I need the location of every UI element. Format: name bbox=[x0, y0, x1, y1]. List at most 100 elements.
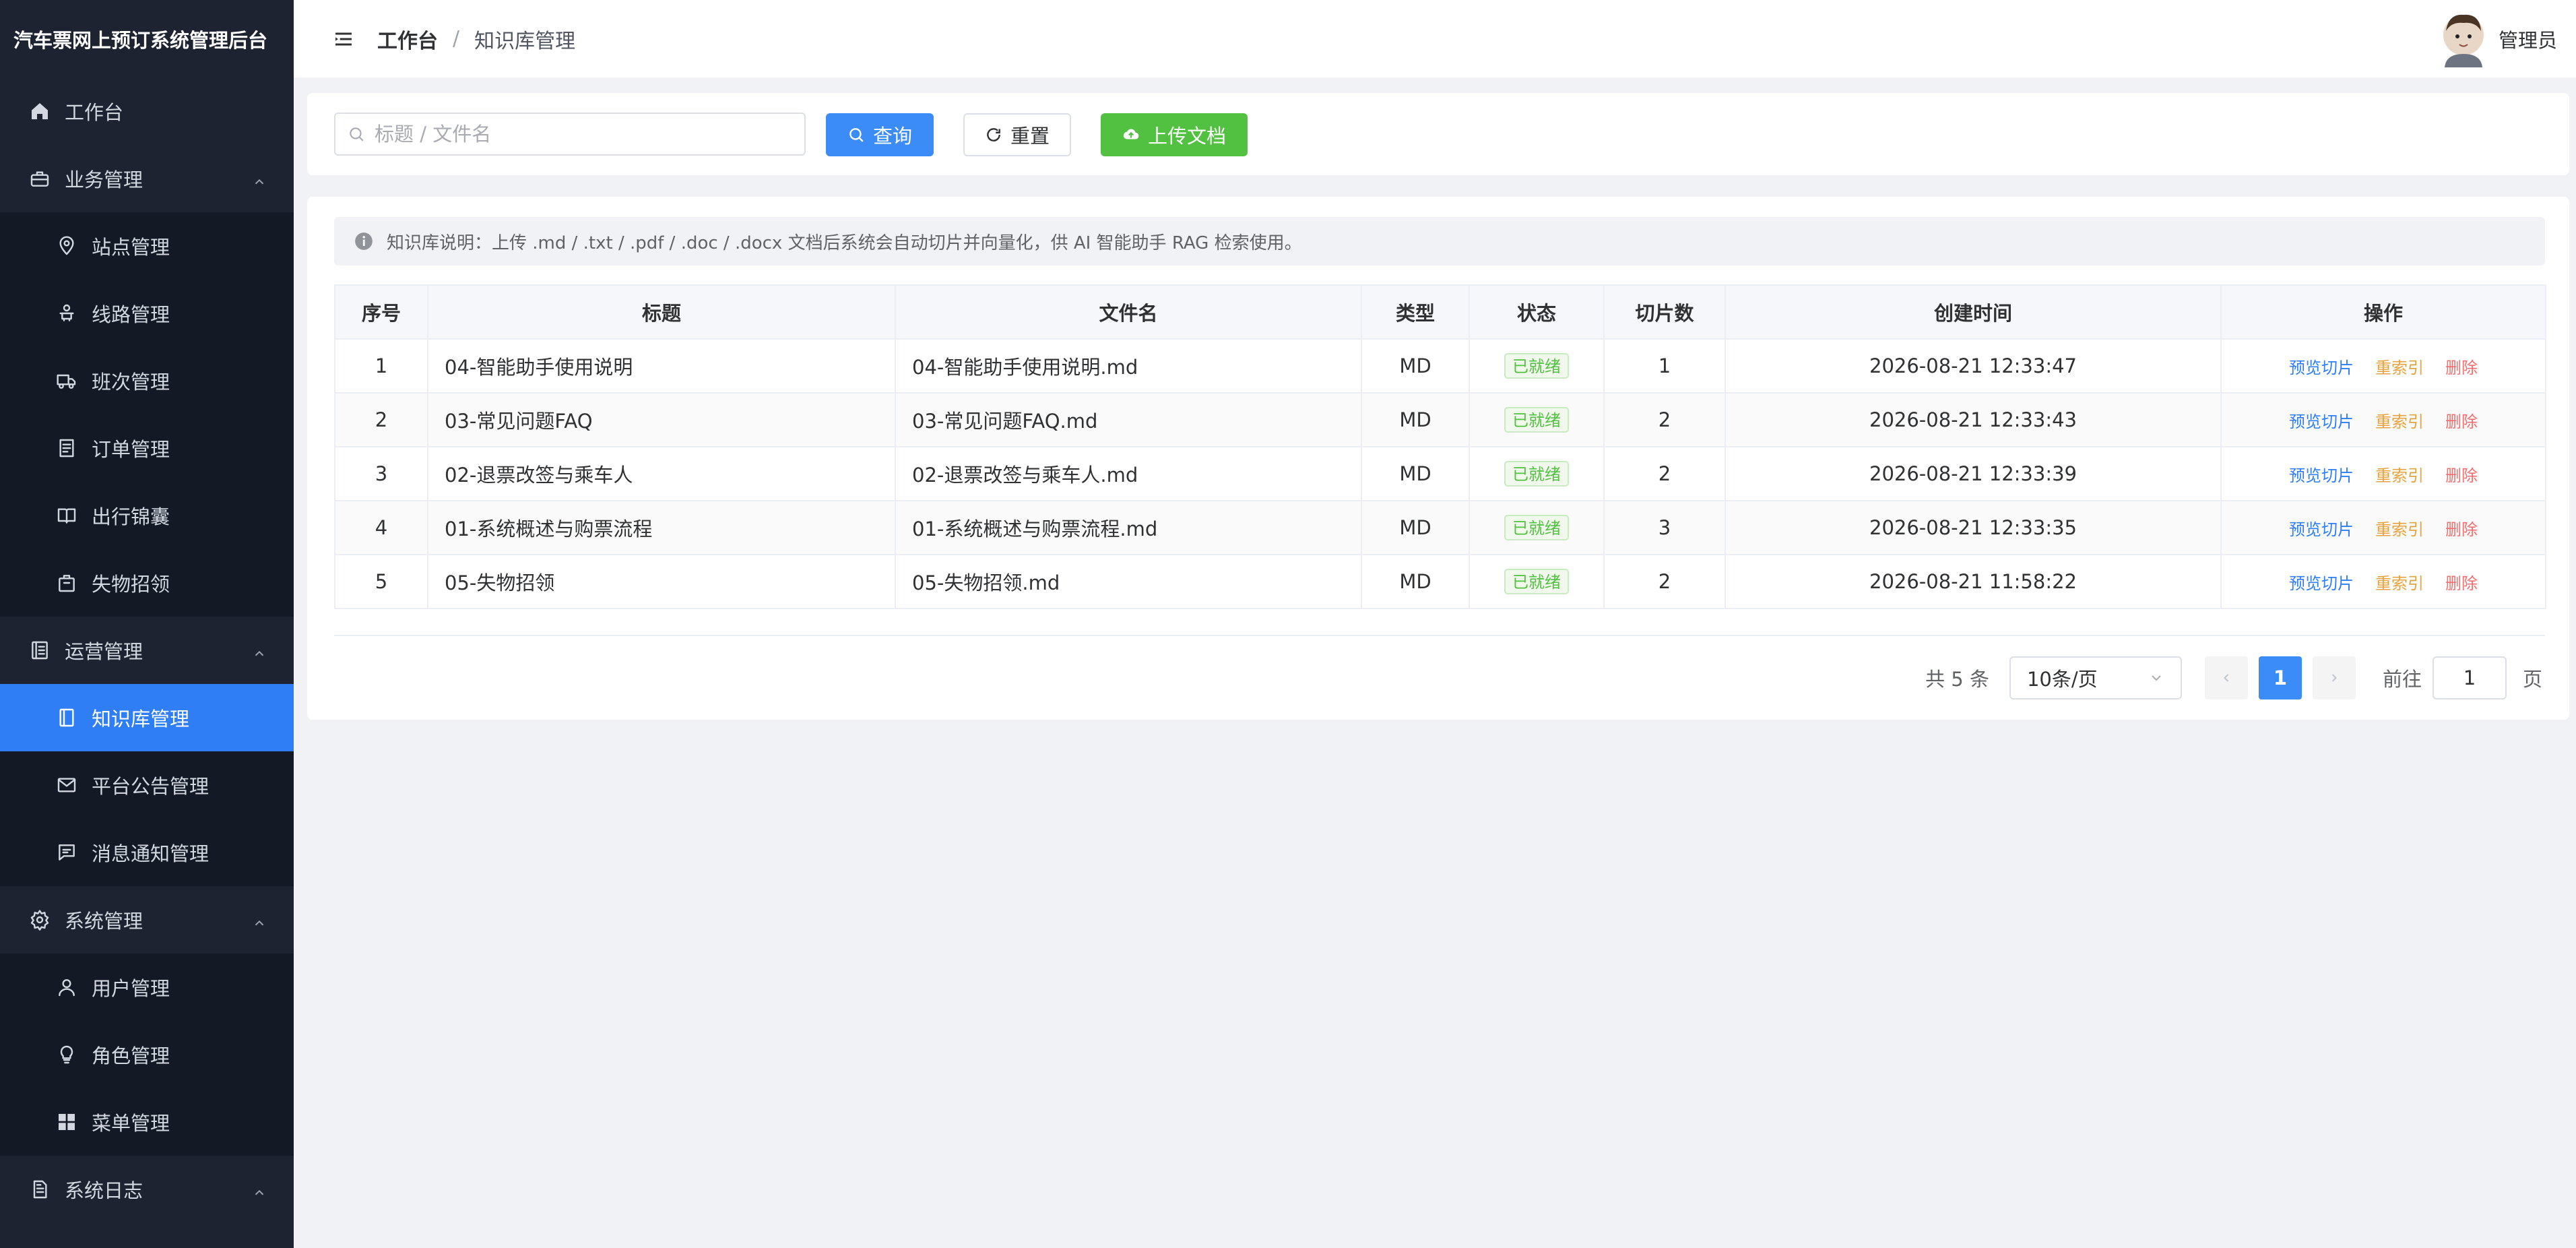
avatar[interactable] bbox=[2439, 11, 2488, 67]
query-button[interactable]: 查询 bbox=[826, 113, 934, 156]
briefcase-icon bbox=[28, 167, 51, 190]
page-size-select[interactable]: 10条/页 bbox=[2009, 656, 2182, 699]
sidebar-item[interactable]: 系统管理 bbox=[0, 886, 294, 954]
table-row: 2 03-常见问题FAQ 03-常见问题FAQ.md MD 已就绪 2 2026-08-21… bbox=[334, 392, 2546, 447]
sidebar-item-label: 知识库管理 bbox=[92, 708, 190, 730]
sidebar-item[interactable]: 用户管理 bbox=[0, 954, 294, 1021]
search-field[interactable] bbox=[334, 113, 806, 156]
preview-chunks-link[interactable]: 预览切片 bbox=[2289, 412, 2354, 431]
sidebar-item-label: 运营管理 bbox=[65, 640, 143, 663]
sidebar-item-label: 线路管理 bbox=[92, 303, 170, 326]
home-icon bbox=[28, 100, 51, 123]
row-created-time: 2026-08-21 12:33:43 bbox=[1725, 392, 2222, 447]
user-menu[interactable]: 管理员 bbox=[2439, 11, 2557, 67]
breadcrumb-home[interactable]: 工作台 bbox=[377, 24, 438, 54]
sidebar-item[interactable]: 出行锦囊 bbox=[0, 482, 294, 549]
row-title: 03-常见问题FAQ bbox=[427, 392, 896, 447]
chevron-down-icon bbox=[2152, 675, 2161, 681]
bulb-icon bbox=[55, 1043, 78, 1066]
goto-label: 前往 bbox=[2382, 668, 2422, 691]
sidebar-item[interactable]: 知识库管理 bbox=[0, 684, 294, 751]
breadcrumb: 工作台 / 知识库管理 bbox=[377, 24, 575, 54]
row-actions: 预览切片 重索引 删除 bbox=[2220, 392, 2546, 447]
sidebar-item[interactable]: 运营管理 bbox=[0, 617, 294, 684]
goto-page-input[interactable] bbox=[2432, 656, 2507, 699]
search-icon bbox=[849, 128, 864, 142]
document-icon bbox=[55, 437, 78, 460]
preview-chunks-link[interactable]: 预览切片 bbox=[2289, 358, 2354, 377]
sidebar-item-label: 菜单管理 bbox=[92, 1112, 170, 1135]
chevron-up-icon bbox=[252, 912, 267, 927]
row-actions: 预览切片 重索引 删除 bbox=[2220, 338, 2546, 394]
sidebar-item[interactable]: 角色管理 bbox=[0, 1021, 294, 1088]
row-status-cell: 已就绪 bbox=[1469, 392, 1605, 447]
page-number-button[interactable]: 1 bbox=[2258, 656, 2302, 699]
sidebar-item-label: 用户管理 bbox=[92, 977, 170, 1000]
reindex-link[interactable]: 重索引 bbox=[2375, 466, 2424, 485]
preview-chunks-link[interactable]: 预览切片 bbox=[2289, 520, 2354, 539]
chevron-up-icon bbox=[252, 171, 267, 186]
sidebar-item[interactable]: 平台公告管理 bbox=[0, 751, 294, 819]
next-page-button[interactable] bbox=[2312, 656, 2356, 699]
delete-link[interactable]: 删除 bbox=[2445, 574, 2478, 593]
row-status-cell: 已就绪 bbox=[1469, 338, 1605, 394]
book-icon bbox=[55, 504, 78, 527]
sidebar-item-label: 失物招领 bbox=[92, 573, 170, 596]
sidebar-item[interactable]: 失物招领 bbox=[0, 549, 294, 617]
data-table: 序号 标题 文件名 类型 状态 切片数 创建时间 操作 1 04-智能助手使用说明… bbox=[334, 284, 2546, 609]
row-status-cell: 已就绪 bbox=[1469, 500, 1605, 555]
sidebar-item-label: 出行锦囊 bbox=[92, 505, 170, 528]
sidebar-item[interactable]: 站点管理 bbox=[0, 212, 294, 280]
sidebar-item[interactable]: 系统日志 bbox=[0, 1156, 294, 1223]
search-input[interactable] bbox=[375, 123, 779, 146]
menu-toggle-icon[interactable] bbox=[333, 28, 356, 51]
truck-icon bbox=[55, 369, 78, 392]
upload-button[interactable]: 上传文档 bbox=[1101, 113, 1248, 156]
sidebar-item[interactable]: 菜单管理 bbox=[0, 1088, 294, 1156]
sidebar-item[interactable]: 线路管理 bbox=[0, 280, 294, 347]
delete-link[interactable]: 删除 bbox=[2445, 466, 2478, 485]
column-header: 序号 bbox=[334, 284, 428, 340]
preview-chunks-link[interactable]: 预览切片 bbox=[2289, 574, 2354, 593]
gear-icon bbox=[28, 908, 51, 931]
sidebar-item[interactable]: 工作台 bbox=[0, 77, 294, 145]
preview-chunks-link[interactable]: 预览切片 bbox=[2289, 466, 2354, 485]
row-chunk-count: 2 bbox=[1603, 446, 1726, 501]
table-row: 4 01-系统概述与购票流程 01-系统概述与购票流程.md MD 已就绪 3 2026-0… bbox=[334, 500, 2546, 555]
sidebar-menu: 工作台 业务管理 站点管理线路管理班次管理 订单管理出行锦囊失物招领运营管理知识库管理… bbox=[0, 77, 294, 1223]
reindex-link[interactable]: 重索引 bbox=[2375, 520, 2424, 539]
user-name[interactable]: 管理员 bbox=[2499, 25, 2557, 53]
page-size-value: 10条/页 bbox=[2026, 668, 2098, 691]
location-icon bbox=[55, 235, 78, 257]
status-badge: 已就绪 bbox=[1504, 461, 1569, 487]
prev-page-button[interactable] bbox=[2204, 656, 2248, 699]
row-type: MD bbox=[1361, 446, 1470, 501]
row-actions: 预览切片 重索引 删除 bbox=[2220, 446, 2546, 501]
sidebar-item[interactable]: 业务管理 bbox=[0, 145, 294, 212]
sidebar-item[interactable]: 班次管理 bbox=[0, 347, 294, 414]
reset-button[interactable]: 重置 bbox=[963, 113, 1071, 156]
delete-link[interactable]: 删除 bbox=[2445, 412, 2478, 431]
sidebar-item-label: 消息通知管理 bbox=[92, 842, 210, 865]
sidebar-item[interactable]: 消息通知管理 bbox=[0, 819, 294, 886]
reindex-link[interactable]: 重索引 bbox=[2375, 574, 2424, 593]
breadcrumb-current: 知识库管理 bbox=[474, 29, 576, 53]
reindex-link[interactable]: 重索引 bbox=[2375, 412, 2424, 431]
row-file-name: 05-失物招领.md bbox=[895, 554, 1362, 609]
row-index: 1 bbox=[334, 338, 428, 394]
delete-link[interactable]: 删除 bbox=[2445, 520, 2478, 539]
row-chunk-count: 2 bbox=[1603, 392, 1726, 447]
reindex-link[interactable]: 重索引 bbox=[2375, 358, 2424, 377]
sidebar-item-label: 系统管理 bbox=[65, 910, 143, 933]
query-button-label: 查询 bbox=[872, 125, 912, 148]
sidebar-item[interactable]: 订单管理 bbox=[0, 414, 294, 482]
row-chunk-count: 1 bbox=[1603, 338, 1726, 394]
table-row: 3 02-退票改签与乘车人 02-退票改签与乘车人.md MD 已就绪 2 2026-08-… bbox=[334, 446, 2546, 501]
route-icon bbox=[55, 302, 78, 325]
info-notice: 知识库说明：上传 .md / .txt / .pdf / .doc / .doc… bbox=[334, 217, 2545, 266]
delete-link[interactable]: 删除 bbox=[2445, 358, 2478, 377]
column-header: 切片数 bbox=[1603, 284, 1726, 340]
table-row: 5 05-失物招领 05-失物招领.md MD 已就绪 2 2026-08-21 11:58… bbox=[334, 554, 2546, 609]
pagination: 共 5 条 10条/页 1 前往 页 bbox=[1925, 656, 2542, 699]
status-badge: 已就绪 bbox=[1504, 353, 1569, 379]
